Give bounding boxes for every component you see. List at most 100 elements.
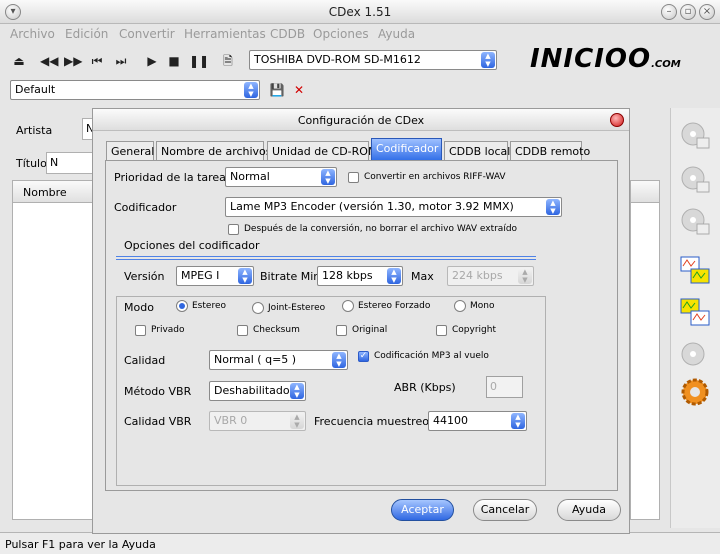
menu-edicion[interactable]: Edición [65, 27, 108, 41]
chevron-updown-icon: ▲ ▼ [387, 268, 401, 284]
chevron-updown-icon: ▲ ▼ [546, 199, 560, 215]
chevron-updown-icon: ▲ ▼ [244, 82, 258, 98]
cd-info-icon[interactable]: 🗎 [219, 52, 237, 70]
menu-cddb[interactable]: CDDB [270, 27, 305, 41]
chevron-updown-icon: ▲ ▼ [518, 268, 532, 284]
priority-label: Prioridad de la tarea [114, 171, 226, 184]
sample-rate-label: Frecuencia muestreo [314, 415, 429, 428]
help-button[interactable]: Ayuda [557, 499, 621, 521]
menu-archivo[interactable]: Archivo [10, 27, 55, 41]
menu-opciones[interactable]: Opciones [313, 27, 369, 41]
extract-tracks-icon[interactable] [679, 120, 711, 152]
chevron-updown-icon: ▲ ▼ [290, 413, 304, 429]
next-track-icon[interactable]: ⏭ [112, 52, 130, 70]
mode-label: Modo [124, 301, 154, 314]
privado-checkbox[interactable] [135, 325, 146, 336]
stop-icon[interactable]: ■ [165, 52, 183, 70]
keep-wav-label: Después de la conversión, no borrar el a… [244, 224, 518, 234]
title-label: Título [16, 157, 47, 170]
mode-forzado-radio[interactable] [342, 300, 354, 312]
tab-cddb-remoto[interactable]: CDDB remoto [510, 141, 590, 161]
tab-nombre-archivos[interactable]: Nombre de archivos [156, 141, 272, 161]
eject-icon[interactable]: ⏏ [10, 52, 28, 70]
chevron-updown-icon: ▲ ▼ [321, 169, 335, 185]
play-icon[interactable]: ▶ [143, 52, 161, 70]
minimize-icon[interactable]: – [661, 4, 677, 20]
drive-select[interactable]: TOSHIBA DVD-ROM SD-M1612 ▲ ▼ [249, 50, 497, 70]
mode-joint-label: Joint-Estereo [268, 303, 326, 313]
config-dialog: Configuración de CDex General Nombre de … [92, 108, 630, 534]
rewind-icon[interactable]: ◀◀ [40, 52, 58, 70]
extract-partial-icon[interactable] [679, 164, 711, 196]
convert-mp3-wav-icon[interactable] [679, 296, 711, 328]
max-label: Max [411, 270, 434, 283]
copyright-label: Copyright [452, 325, 496, 335]
group-title: Opciones del codificador [121, 239, 263, 252]
group-divider [116, 256, 536, 260]
pause-icon[interactable]: ❚❚ [189, 52, 209, 70]
vbr-method-select[interactable]: Deshabilitado ▲ ▼ [209, 381, 306, 401]
vbr-quality-label: Calidad VBR [124, 415, 192, 428]
chevron-updown-icon: ▲ ▼ [481, 52, 495, 68]
vbr-quality-select[interactable]: VBR 0 ▲ ▼ [209, 411, 306, 431]
menu-ayuda[interactable]: Ayuda [378, 27, 415, 41]
close-icon[interactable]: × [699, 4, 715, 20]
profile-select-value: Default [15, 83, 56, 96]
record-icon[interactable] [679, 340, 711, 372]
mode-forzado-label: Estereo Forzado [358, 301, 431, 311]
artist-label: Artista [16, 124, 53, 137]
mode-mono-radio[interactable] [454, 300, 466, 312]
window-title: CDex 1.51 [328, 5, 392, 19]
onthefly-label: Codificación MP3 al vuelo [374, 351, 489, 361]
checksum-checkbox[interactable] [237, 325, 248, 336]
version-select[interactable]: MPEG I ▲ ▼ [176, 266, 254, 286]
window-titlebar: ▾ CDex 1.51 – ▫ × [0, 0, 720, 24]
cancel-button[interactable]: Cancelar [473, 499, 537, 521]
priority-select[interactable]: Normal ▲ ▼ [225, 167, 337, 187]
bitrate-min-select[interactable]: 128 kbps ▲ ▼ [317, 266, 403, 286]
quality-select[interactable]: Normal ( q=5 ) ▲ ▼ [209, 350, 348, 370]
original-label: Original [352, 325, 388, 335]
action-panel [670, 108, 720, 528]
copyright-checkbox[interactable] [436, 325, 447, 336]
chevron-updown-icon: ▲ ▼ [290, 383, 304, 399]
keep-wav-checkbox[interactable] [228, 224, 239, 235]
tab-codificador[interactable]: Codificador [371, 138, 442, 160]
chevron-updown-icon: ▲ ▼ [238, 268, 252, 284]
mode-estereo-radio[interactable] [176, 300, 188, 312]
tab-unidad-cdrom[interactable]: Unidad de CD-ROM [267, 141, 377, 161]
encoder-label: Codificador [114, 201, 177, 214]
accept-button[interactable]: Aceptar [391, 499, 454, 521]
maximize-icon[interactable]: ▫ [680, 4, 696, 20]
mode-mono-label: Mono [470, 301, 495, 311]
mode-estereo-label: Estereo [192, 301, 226, 311]
original-checkbox[interactable] [336, 325, 347, 336]
profile-select[interactable]: Default ▲ ▼ [10, 80, 260, 100]
delete-profile-icon[interactable]: ✕ [290, 81, 308, 99]
onthefly-checkbox[interactable]: ✓ [358, 351, 369, 362]
save-profile-icon[interactable]: 💾 [268, 81, 286, 99]
bitrate-max-select[interactable]: 224 kbps ▲ ▼ [447, 266, 534, 286]
track-list[interactable]: Nombre [12, 180, 102, 520]
privado-label: Privado [151, 325, 185, 335]
convert-wav-mp3-icon[interactable] [679, 254, 711, 286]
tab-cddb-local[interactable]: CDDB local [444, 141, 510, 161]
sample-rate-select[interactable]: 44100 ▲ ▼ [428, 411, 527, 431]
dialog-close-icon[interactable] [610, 113, 624, 127]
status-text: Pulsar F1 para ver la Ayuda [5, 538, 156, 551]
menu-herramientas[interactable]: Herramientas [184, 27, 266, 41]
extract-wav-icon[interactable] [679, 206, 711, 238]
quality-label: Calidad [124, 354, 166, 367]
mode-joint-radio[interactable] [252, 302, 264, 314]
riff-wav-label: Convertir en archivos RIFF-WAV [364, 172, 506, 182]
chevron-updown-icon: ▲ ▼ [511, 413, 525, 429]
menu-convertir[interactable]: Convertir [119, 27, 175, 41]
previous-track-icon[interactable]: ⏮ [88, 52, 106, 70]
column-header-name[interactable]: Nombre [13, 181, 101, 203]
settings-gear-icon[interactable] [679, 376, 711, 408]
fast-forward-icon[interactable]: ▶▶ [64, 52, 82, 70]
tab-general[interactable]: General [106, 141, 154, 161]
riff-wav-checkbox[interactable] [348, 172, 359, 183]
abr-input[interactable]: 0 [486, 376, 523, 398]
encoder-select[interactable]: Lame MP3 Encoder (versión 1.30, motor 3.… [225, 197, 562, 217]
